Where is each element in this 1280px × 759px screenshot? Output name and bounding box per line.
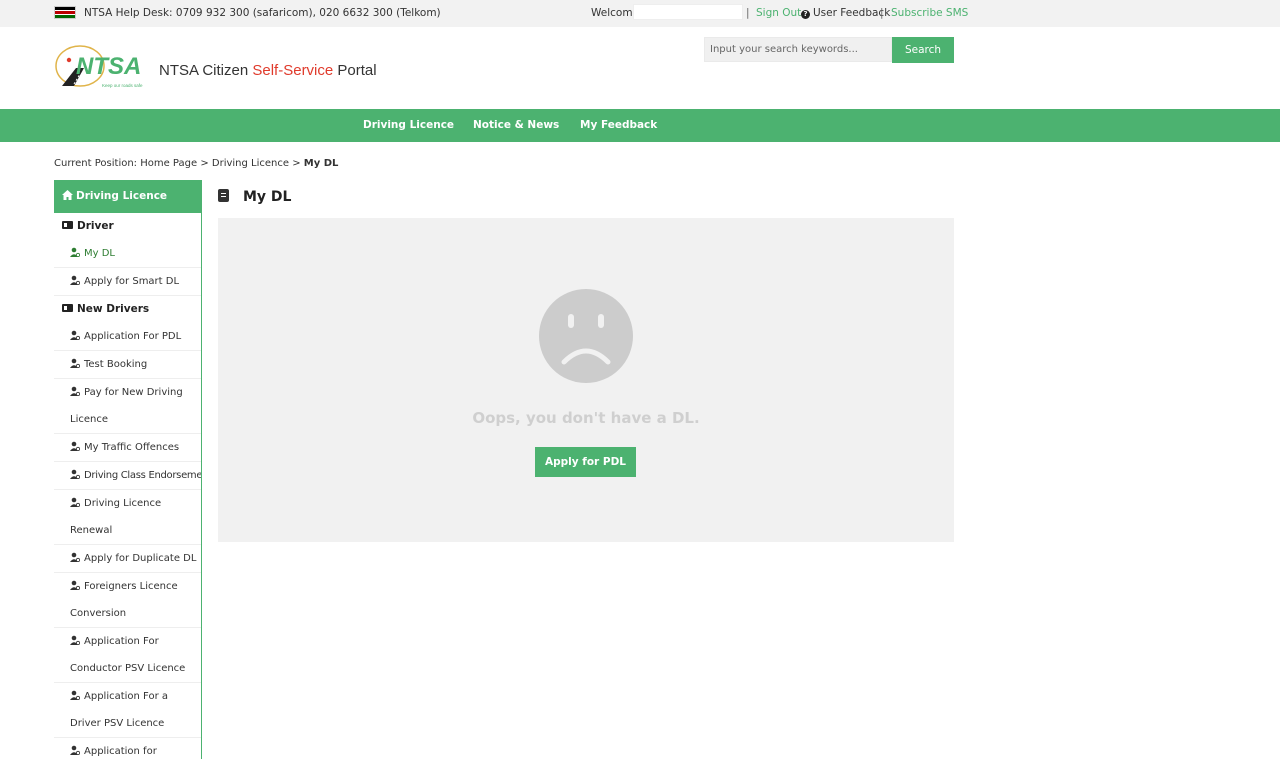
user-feedback-link[interactable]: ? User Feedback xyxy=(801,7,890,19)
id-card-icon xyxy=(62,304,73,312)
user-feedback-label: User Feedback xyxy=(813,7,891,19)
separator: | xyxy=(880,7,884,19)
search-button[interactable]: Search xyxy=(892,37,954,63)
svg-text:NTSA: NTSA xyxy=(76,53,141,80)
sidebar-item-pay-new-licence[interactable]: Pay for New Driving Licence xyxy=(54,379,201,434)
sidebar-item-apply-smart-dl[interactable]: Apply for Smart DL xyxy=(54,268,201,296)
user-icon xyxy=(70,247,80,257)
sidebar-item-traffic-offences[interactable]: My Traffic Offences xyxy=(54,434,201,462)
sidebar: Driving Licence Driver My DL Apply for S… xyxy=(54,180,202,759)
sidebar-item-licence-renewal[interactable]: Driving Licence Renewal xyxy=(54,490,201,545)
sign-out-link[interactable]: Sign Out xyxy=(756,7,801,19)
ntsa-logo[interactable]: NTSA Keep our roads safe xyxy=(54,44,154,90)
apply-pdl-button[interactable]: Apply for PDL xyxy=(535,447,636,477)
sidebar-item-class-endorsement[interactable]: Driving Class Endorsement xyxy=(54,462,201,490)
user-icon xyxy=(70,386,80,396)
user-icon xyxy=(70,469,80,479)
user-icon xyxy=(70,580,80,590)
sidebar-item-application-pdl[interactable]: Application For PDL xyxy=(54,323,201,351)
user-icon xyxy=(70,441,80,451)
nav-my-feedback[interactable]: My Feedback xyxy=(580,119,657,131)
user-icon xyxy=(70,497,80,507)
user-icon xyxy=(70,690,80,700)
sidebar-item-test-booking[interactable]: Test Booking xyxy=(54,351,201,379)
nav-notice-news[interactable]: Notice & News xyxy=(473,119,559,131)
sidebar-item-driver-psv[interactable]: Application For a Driver PSV Licence xyxy=(54,683,201,738)
welcome-username xyxy=(633,4,743,20)
separator: | xyxy=(746,7,750,19)
id-card-icon xyxy=(62,221,73,229)
empty-state-message: Oops, you don't have a DL. xyxy=(472,409,700,427)
user-icon xyxy=(70,330,80,340)
question-icon: ? xyxy=(801,10,810,19)
page-title: My DL xyxy=(218,189,291,205)
sidebar-group-new-drivers: New Drivers xyxy=(54,296,201,323)
home-icon xyxy=(62,190,73,200)
breadcrumb: Current Position: Home Page > Driving Li… xyxy=(54,158,339,169)
sidebar-item-duplicate-dl[interactable]: Apply for Duplicate DL xyxy=(54,545,201,573)
sidebar-item-conductor-psv[interactable]: Application For Conductor PSV Licence xyxy=(54,628,201,683)
main-nav: Driving Licence Notice & News My Feedbac… xyxy=(0,109,1280,142)
welcome-label: Welcome xyxy=(591,7,640,19)
svg-text:Keep our roads safe: Keep our roads safe xyxy=(102,83,143,88)
nav-driving-licence[interactable]: Driving Licence xyxy=(363,119,454,131)
document-icon xyxy=(218,189,229,202)
subscribe-sms-link[interactable]: Subscribe SMS xyxy=(891,7,968,19)
user-icon xyxy=(70,552,80,562)
user-icon xyxy=(70,275,80,285)
sad-face-icon xyxy=(539,289,633,383)
sidebar-item-foreigners-conversion[interactable]: Foreigners Licence Conversion xyxy=(54,573,201,628)
user-icon xyxy=(70,358,80,368)
empty-state-panel: Oops, you don't have a DL. Apply for PDL xyxy=(218,218,954,542)
top-bar: NTSA Help Desk: 0709 932 300 (safaricom)… xyxy=(0,0,1280,27)
sidebar-item-duplicate-badge[interactable]: Application for Duplicate Badge xyxy=(54,738,201,759)
portal-title: NTSA Citizen Self-Service Portal xyxy=(159,62,377,79)
user-icon xyxy=(70,635,80,645)
breadcrumb-current: My DL xyxy=(303,158,339,169)
kenya-flag-icon xyxy=(54,6,76,19)
sidebar-header[interactable]: Driving Licence xyxy=(54,180,201,213)
user-icon xyxy=(70,745,80,755)
helpdesk-info: NTSA Help Desk: 0709 932 300 (safaricom)… xyxy=(84,7,441,19)
search-input[interactable] xyxy=(704,37,892,62)
sidebar-group-driver: Driver xyxy=(54,213,201,240)
sidebar-item-my-dl[interactable]: My DL xyxy=(54,240,201,268)
